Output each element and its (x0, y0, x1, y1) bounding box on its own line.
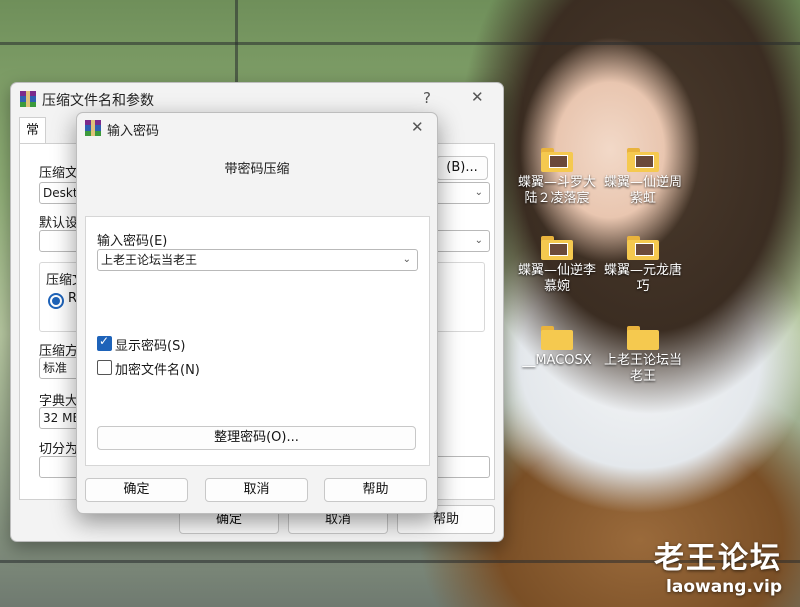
password-panel: 输入密码(E) 上老王论坛当老王 ⌄ 显示密码(S) 加密文件名(N) 整理密码… (85, 216, 430, 466)
rar-radio[interactable] (48, 293, 64, 309)
encrypt-filenames-label: 加密文件名(N) (115, 363, 200, 378)
chevron-down-icon[interactable]: ⌄ (475, 231, 483, 251)
folder-icon (627, 326, 659, 350)
desktop-icon-folder[interactable]: 蝶翼—元龙唐巧 (598, 236, 688, 295)
window-frame (235, 0, 238, 84)
folder-icon (627, 148, 659, 172)
folder-icon (541, 236, 573, 260)
dialog-titlebar[interactable]: 输入密码 ✕ (77, 113, 437, 143)
desktop-icon-folder[interactable]: 蝶翼—斗罗大陆２凌落宸 (512, 148, 602, 207)
help-button[interactable]: 帮助 (324, 478, 427, 502)
desktop-icon-label: 蝶翼—仙逆李慕婉 (517, 263, 596, 294)
desktop-icon-label: 蝶翼—斗罗大陆２凌落宸 (517, 175, 596, 206)
desktop-icon-label: __MACOSX (522, 353, 592, 368)
desktop-icon-folder[interactable]: __MACOSX (512, 326, 602, 369)
desktop-icon-folder[interactable]: 上老王论坛当老王 (598, 326, 688, 385)
desktop-icon-folder[interactable]: 蝶翼—仙逆李慕婉 (512, 236, 602, 295)
organize-passwords-button[interactable]: 整理密码(O)... (97, 426, 416, 450)
watermark: 老王论坛 laowang.vip (654, 533, 782, 597)
cancel-button[interactable]: 取消 (205, 478, 308, 502)
chevron-down-icon[interactable]: ⌄ (403, 250, 411, 270)
tab-general[interactable]: 常规 (19, 117, 47, 164)
encrypt-filenames-checkbox[interactable] (97, 360, 112, 375)
winrar-icon (85, 120, 101, 136)
dialog-title: 压缩文件名和参数 (42, 93, 154, 109)
close-icon[interactable]: ✕ (471, 88, 484, 106)
browse-button[interactable]: (B)... (436, 156, 488, 180)
password-value: 上老王论坛当老王 (101, 253, 198, 267)
help-icon[interactable]: ? (423, 89, 431, 107)
password-dialog: 输入密码 ✕ 带密码压缩 输入密码(E) 上老王论坛当老王 ⌄ 显示密码(S) … (76, 112, 438, 514)
close-icon[interactable]: ✕ (411, 118, 424, 136)
watermark-url: laowang.vip (666, 577, 782, 597)
desktop-icon-label: 蝶翼—元龙唐巧 (603, 263, 682, 294)
show-password-checkbox[interactable] (97, 334, 112, 351)
password-input[interactable]: 上老王论坛当老王 ⌄ (97, 249, 418, 271)
desktop-icon-folder[interactable]: 蝶翼—仙逆周紫虹 (598, 148, 688, 207)
password-label: 输入密码(E) (97, 234, 168, 249)
ok-button[interactable]: 确定 (85, 478, 188, 502)
dialog-titlebar[interactable]: 压缩文件名和参数 ? ✕ (11, 83, 503, 113)
winrar-icon (20, 91, 36, 107)
desktop-icon-label: 上老王论坛当老王 (603, 353, 682, 384)
dialog-heading: 带密码压缩 (224, 162, 290, 177)
watermark-title: 老王论坛 (654, 541, 782, 576)
folder-icon (541, 326, 573, 350)
method-value: 标准 (43, 361, 68, 375)
folder-icon (627, 236, 659, 260)
desktop-icon-label: 蝶翼—仙逆周紫虹 (603, 175, 682, 206)
dialog-title: 输入密码 (107, 124, 160, 139)
show-password-label: 显示密码(S) (115, 339, 186, 354)
folder-icon (541, 148, 573, 172)
chevron-down-icon[interactable]: ⌄ (475, 183, 483, 203)
window-frame (0, 42, 800, 45)
